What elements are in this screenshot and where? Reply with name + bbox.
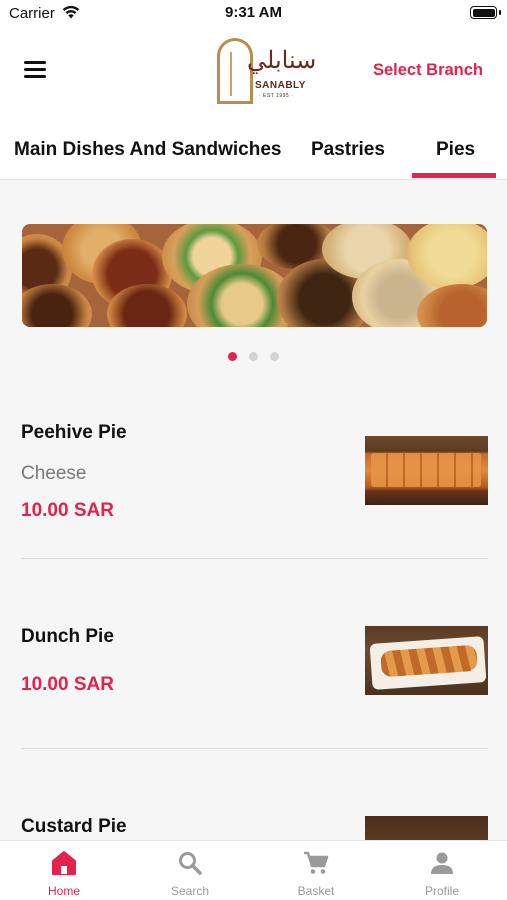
nav-search[interactable]: Search xyxy=(127,841,253,900)
product-item[interactable]: Custard Pie xyxy=(0,812,507,840)
nav-basket[interactable]: Basket xyxy=(253,841,379,900)
nav-label: Search xyxy=(170,884,210,898)
battery-nub xyxy=(499,10,501,15)
bottom-nav: Home Search Basket Profile xyxy=(0,840,507,900)
product-price: 10.00 SAR xyxy=(21,674,114,695)
logo-est: · EST 1995 · xyxy=(259,93,294,99)
battery-icon xyxy=(470,6,497,19)
home-icon xyxy=(52,851,76,875)
status-bar: Carrier 9:31 AM xyxy=(0,0,507,30)
product-image xyxy=(365,626,488,695)
product-image xyxy=(365,436,488,505)
list-divider xyxy=(21,748,488,749)
list-divider xyxy=(21,558,488,559)
carousel-dot[interactable] xyxy=(228,352,237,361)
nav-label: Home xyxy=(47,884,80,898)
carousel-dots xyxy=(0,352,507,361)
nav-home[interactable]: Home xyxy=(1,841,127,900)
wheat-icon xyxy=(230,52,236,96)
promo-banner[interactable] xyxy=(22,224,487,327)
active-tab-indicator xyxy=(412,173,496,178)
nav-label: Basket xyxy=(297,884,335,898)
product-name: Peehive Pie xyxy=(21,422,127,443)
product-name: Custard Pie xyxy=(21,816,127,837)
carousel-dot[interactable] xyxy=(249,352,258,361)
banner-pie xyxy=(22,284,92,327)
search-icon xyxy=(179,852,202,875)
clock: 9:31 AM xyxy=(225,4,282,21)
app-header: سنابلي SANABLY · EST 1995 · Select Branc… xyxy=(0,30,507,114)
product-image xyxy=(365,816,488,840)
profile-icon xyxy=(431,852,453,874)
nav-profile[interactable]: Profile xyxy=(379,841,505,900)
carousel-dot[interactable] xyxy=(270,352,279,361)
select-branch-button[interactable]: Select Branch xyxy=(373,61,483,80)
nav-label: Profile xyxy=(424,884,459,898)
product-description: Cheese xyxy=(21,463,87,484)
logo-arch-base xyxy=(217,101,253,104)
product-name: Dunch Pie xyxy=(21,626,114,647)
logo-name: SANABLY xyxy=(255,80,306,91)
product-price: 10.00 SAR xyxy=(21,500,114,521)
product-item[interactable]: Dunch Pie 10.00 SAR xyxy=(0,622,507,748)
tab-pastries[interactable]: Pastries xyxy=(311,139,385,161)
logo-script: سنابلي xyxy=(247,46,317,74)
product-item[interactable]: Peehive Pie Cheese 10.00 SAR xyxy=(0,418,507,558)
tab-main-dishes[interactable]: Main Dishes And Sandwiches xyxy=(14,139,281,161)
category-tabs: Main Dishes And Sandwiches Pastries Pies xyxy=(0,114,507,180)
brand-logo: سنابلي SANABLY · EST 1995 · xyxy=(217,38,317,106)
tab-pies[interactable]: Pies xyxy=(436,139,475,161)
menu-icon[interactable] xyxy=(24,61,46,79)
cart-icon xyxy=(304,851,329,874)
